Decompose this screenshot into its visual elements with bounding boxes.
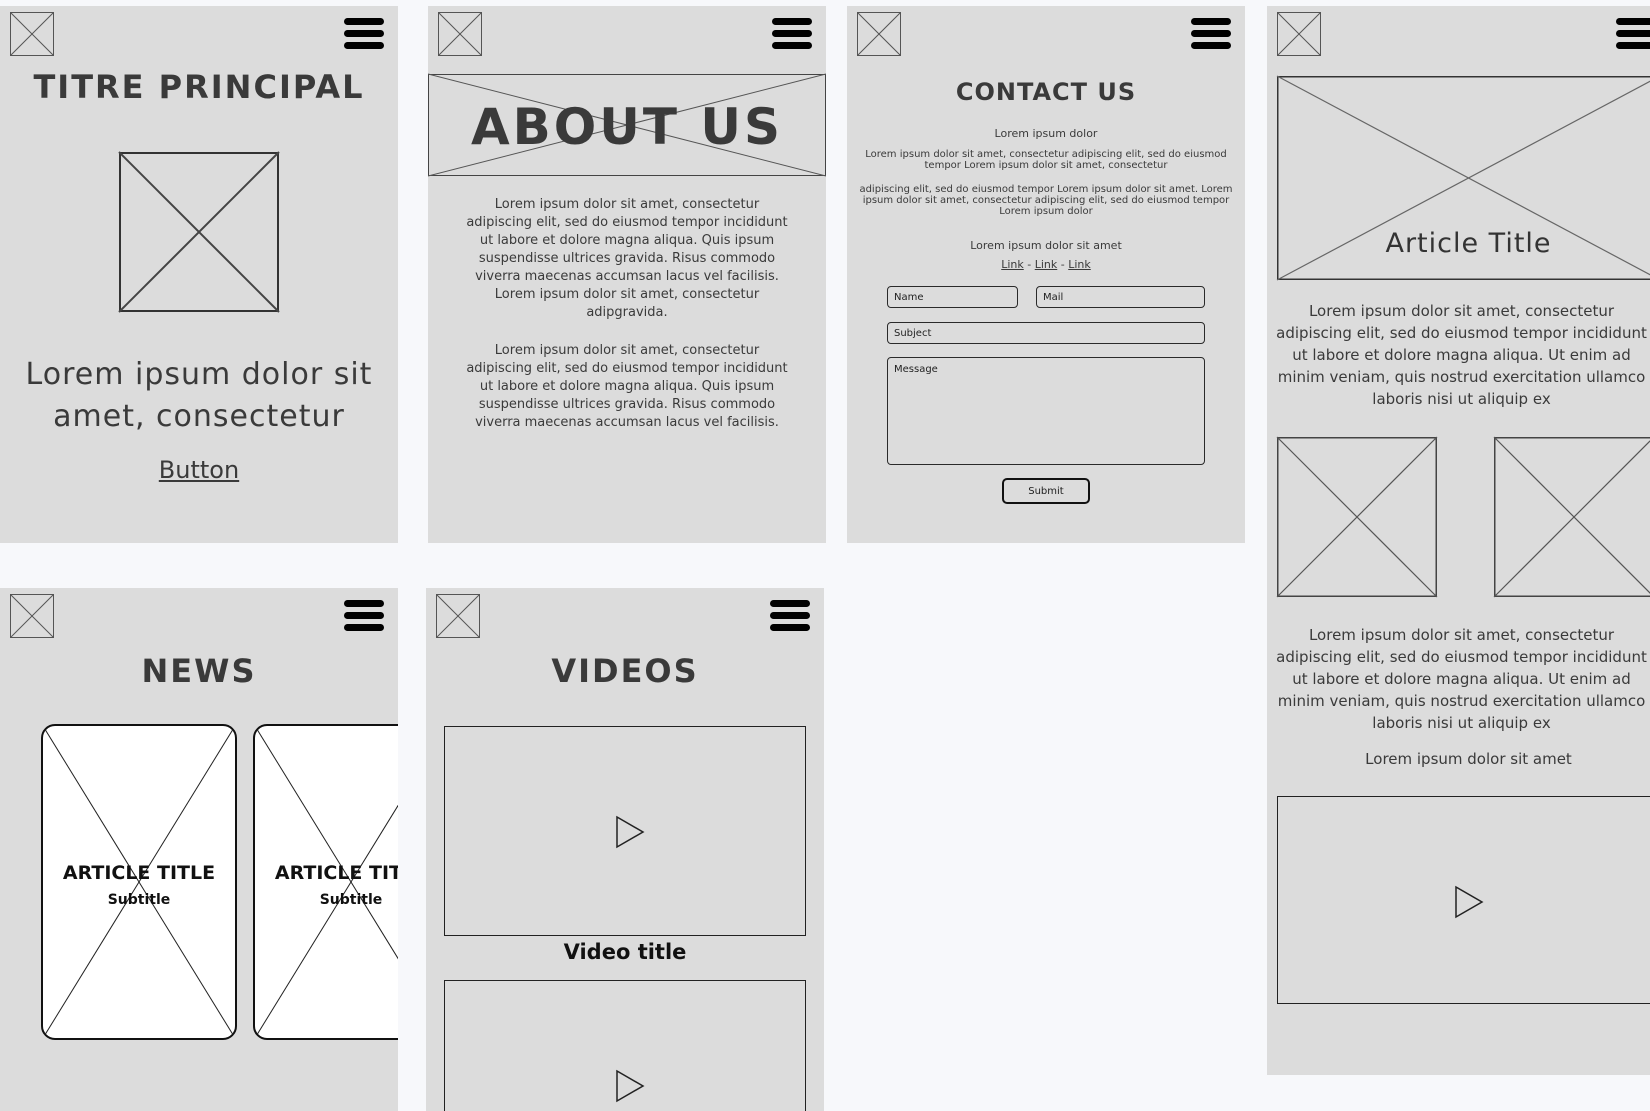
image-placeholder-icon [118,151,280,313]
hamburger-menu-icon[interactable] [772,18,812,52]
page-title: VIDEOS [551,652,699,690]
video-title: Video title [563,940,687,964]
link-2[interactable]: Link [1035,258,1058,271]
link-separator: - [1023,258,1035,271]
play-icon[interactable] [615,1069,645,1103]
play-icon[interactable] [1454,885,1484,919]
mail-input[interactable] [1036,286,1205,308]
subject-input[interactable] [887,322,1205,344]
logo-placeholder-icon [436,594,480,638]
about-paragraph-2: Lorem ipsum dolor sit amet, consectetur … [466,343,788,430]
contact-subtitle: Lorem ipsum dolor [994,127,1098,140]
video-player[interactable] [444,980,806,1111]
article-paragraph-2: Lorem ipsum dolor sit amet, consectetur … [1276,626,1647,732]
hero-text-line-1: Lorem ipsum dolor sit [25,357,373,392]
contact-screen: CONTACT US Lorem ipsum dolor Lorem ipsum… [847,6,1245,543]
logo-placeholder-icon [1277,12,1321,56]
article-caption: Lorem ipsum dolor sit amet [1365,750,1572,768]
hero-text: Lorem ipsum dolor sit amet, consectetur [0,354,398,438]
news-screen: NEWS ARTICLE TITLE Subtitle ARTICLE TITL… [0,588,398,1111]
card-title: ARTICLE TITLE [62,862,216,884]
news-card[interactable]: ARTICLE TITLE Subtitle [41,724,237,1040]
about-paragraph-1: Lorem ipsum dolor sit amet, consectetur … [466,197,788,320]
submit-button[interactable]: Submit [1002,478,1090,504]
hamburger-menu-icon[interactable] [1616,18,1650,52]
hamburger-menu-icon[interactable] [770,600,810,634]
hamburger-menu-icon[interactable] [344,600,384,634]
name-input[interactable] [887,286,1018,308]
hero-text-line-2: amet, consectetur [53,399,345,434]
page-title: TITRE PRINCIPAL [33,68,365,106]
message-textarea[interactable] [887,357,1205,465]
page-title: CONTACT US [955,78,1137,106]
hamburger-menu-icon[interactable] [344,18,384,52]
hamburger-menu-icon[interactable] [1191,18,1231,52]
logo-placeholder-icon [10,12,54,56]
link-3[interactable]: Link [1068,258,1091,271]
play-icon[interactable] [615,815,645,849]
image-placeholder-icon [1493,436,1650,598]
card-subtitle: Subtitle [319,892,383,908]
link-row: Link - Link - Link [847,258,1245,271]
link-separator: - [1057,258,1069,271]
article-video-player[interactable] [1277,796,1650,1004]
article-screen: Article Title Lorem ipsum dolor sit amet… [1267,6,1650,1075]
page-title: NEWS [141,652,257,690]
contact-paragraph-2: adipiscing elit, sed do eiusmod tempor L… [859,184,1233,217]
logo-placeholder-icon [438,12,482,56]
article-paragraph-1: Lorem ipsum dolor sit amet, consectetur … [1276,302,1647,408]
image-placeholder-icon [1276,436,1438,598]
card-subtitle: Subtitle [107,892,171,908]
home-screen: TITRE PRINCIPAL Lorem ipsum dolor sit am… [0,6,398,543]
logo-placeholder-icon [10,594,54,638]
link-1[interactable]: Link [1001,258,1024,271]
article-title: Article Title [1385,228,1552,259]
cta-button[interactable]: Button [149,456,249,484]
card-title: ARTICLE TITLE [274,862,398,884]
video-player[interactable] [444,726,806,936]
logo-placeholder-icon [857,12,901,56]
videos-screen: VIDEOS Video title [426,588,824,1111]
links-intro: Lorem ipsum dolor sit amet [970,239,1122,252]
about-screen: ABOUT US Lorem ipsum dolor sit amet, con… [428,6,826,543]
news-card[interactable]: ARTICLE TITLE Subtitle [253,724,398,1040]
contact-paragraph-1: Lorem ipsum dolor sit amet, consectetur … [865,149,1227,171]
page-title: ABOUT US [470,98,784,156]
